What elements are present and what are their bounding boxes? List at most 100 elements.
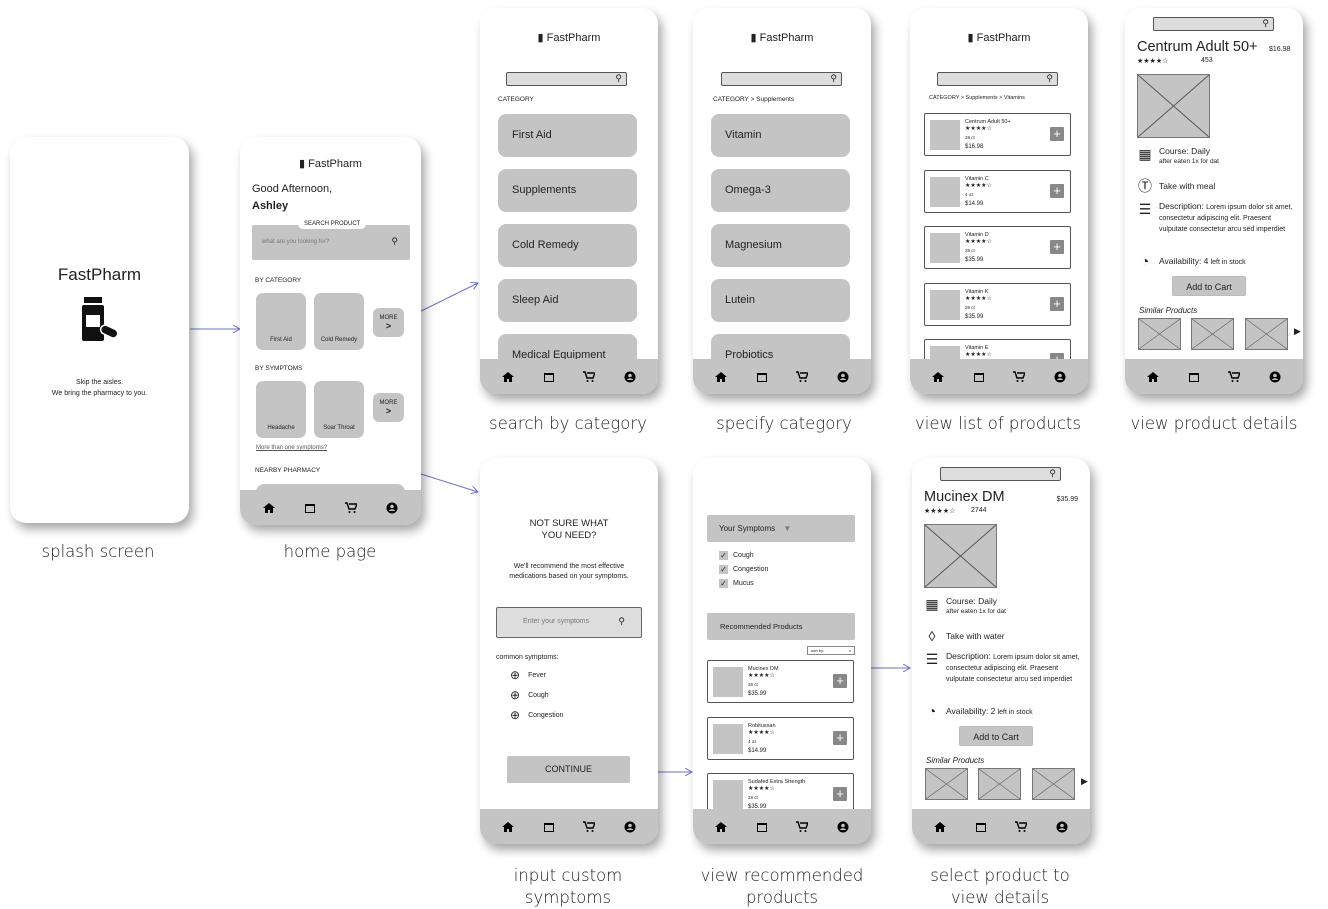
add-circle-icon[interactable]: ⊕ <box>510 708 520 722</box>
similar-product-thumbnail[interactable] <box>1245 318 1288 350</box>
similar-product-thumbnail[interactable] <box>978 768 1021 800</box>
continue-button[interactable]: CONTINUE <box>507 756 630 783</box>
category-button[interactable]: Lutein <box>711 279 850 322</box>
add-icon[interactable]: + <box>1050 240 1064 254</box>
search-icon[interactable]: ⚲ <box>618 616 625 627</box>
carousel-next-icon[interactable]: ▶ <box>1294 326 1301 337</box>
product-card[interactable]: Robitussan ★★★★☆ 4 oz $14.99 + <box>707 716 854 760</box>
symptom-option[interactable]: ⊕ Congestion <box>510 708 563 722</box>
home-icon[interactable] <box>715 371 728 383</box>
cart-icon[interactable] <box>583 820 596 833</box>
similar-product-thumbnail[interactable] <box>1191 318 1234 350</box>
cart-icon[interactable] <box>1228 370 1241 383</box>
add-icon[interactable]: + <box>833 787 847 801</box>
search-input[interactable]: ⚲ <box>1153 17 1274 31</box>
product-card[interactable]: Vitamin K ★★★★☆ 28 ct $35.99 + <box>924 282 1071 326</box>
add-icon[interactable]: + <box>833 730 847 745</box>
symptom-tile[interactable]: Headache <box>256 381 306 438</box>
search-input[interactable]: SEARCH PRODUCT what are you looking for?… <box>252 219 410 260</box>
account-icon[interactable] <box>837 371 849 383</box>
more-categories-button[interactable]: MORE > <box>373 308 404 337</box>
cart-icon[interactable] <box>1013 370 1026 383</box>
category-button[interactable]: Cold Remedy <box>498 224 637 267</box>
sort-dropdown[interactable]: sort by: v <box>807 646 855 655</box>
add-to-cart-button[interactable]: Add to Cart <box>959 726 1033 746</box>
course-detail: after eaten 1x for dat <box>946 608 1006 615</box>
product-card[interactable]: Vitamin C ★★★★☆ 4 oz $14.99 + <box>924 169 1071 213</box>
category-button[interactable]: Magnesium <box>711 224 850 267</box>
account-icon[interactable] <box>837 821 849 833</box>
cart-icon[interactable] <box>1015 820 1028 833</box>
search-icon[interactable]: ⚲ <box>615 73 622 84</box>
account-icon[interactable] <box>624 821 636 833</box>
category-tile[interactable]: First Aid <box>256 293 306 350</box>
similar-product-thumbnail[interactable] <box>1138 318 1181 350</box>
check-icon[interactable]: ✓ <box>719 565 728 574</box>
add-to-cart-button[interactable]: Add to Cart <box>1172 276 1246 296</box>
search-icon[interactable]: ⚲ <box>391 236 398 247</box>
multiple-symptoms-link[interactable]: More than one symptoms? <box>256 445 327 451</box>
check-icon[interactable]: ✓ <box>719 551 728 560</box>
calendar-icon[interactable] <box>756 371 768 383</box>
calendar-icon[interactable] <box>973 371 985 383</box>
symptom-checkbox[interactable]: ✓ Mucus <box>719 579 754 588</box>
add-circle-icon[interactable]: ⊕ <box>510 688 520 702</box>
add-icon[interactable]: + <box>1050 127 1064 141</box>
home-icon[interactable] <box>932 371 945 383</box>
account-icon[interactable] <box>386 502 398 514</box>
cart-icon[interactable] <box>796 820 809 833</box>
account-icon[interactable] <box>1056 821 1068 833</box>
your-symptoms-dropdown[interactable]: Your Symptoms ▼ <box>707 515 855 542</box>
home-icon[interactable] <box>934 821 947 833</box>
search-input[interactable]: ⚲ <box>940 467 1061 481</box>
account-icon[interactable] <box>624 371 636 383</box>
category-button[interactable]: Vitamin <box>711 114 850 157</box>
home-icon[interactable] <box>262 502 275 514</box>
category-button[interactable]: Omega-3 <box>711 169 850 212</box>
symptom-checkbox[interactable]: ✓ Cough <box>719 551 754 560</box>
calendar-icon[interactable] <box>543 821 555 833</box>
category-tile[interactable]: Cold Remedy <box>314 293 364 350</box>
account-icon[interactable] <box>1269 371 1281 383</box>
home-icon[interactable] <box>502 821 515 833</box>
add-icon[interactable]: + <box>833 674 847 688</box>
search-input[interactable]: ⚲ <box>506 72 627 86</box>
add-circle-icon[interactable]: ⊕ <box>510 668 520 682</box>
search-input[interactable]: ⚲ <box>721 72 842 86</box>
calendar-icon[interactable] <box>756 821 768 833</box>
account-icon[interactable] <box>1054 371 1066 383</box>
category-button[interactable]: First Aid <box>498 114 637 157</box>
home-icon[interactable] <box>1147 371 1160 383</box>
symptom-tile[interactable]: Soar Throat <box>314 381 364 438</box>
search-icon[interactable]: ⚲ <box>1262 18 1269 29</box>
search-icon[interactable]: ⚲ <box>1046 73 1053 84</box>
home-icon[interactable] <box>715 821 728 833</box>
category-button[interactable]: Supplements <box>498 169 637 212</box>
home-icon[interactable] <box>502 371 515 383</box>
calendar-icon[interactable] <box>975 821 987 833</box>
search-input[interactable]: ⚲ <box>937 72 1058 86</box>
symptom-option[interactable]: ⊕ Fever <box>510 668 546 682</box>
carousel-next-icon[interactable]: ▶ <box>1081 776 1088 787</box>
add-icon[interactable]: + <box>1050 183 1064 198</box>
add-icon[interactable]: + <box>1050 296 1064 311</box>
calendar-icon[interactable] <box>543 371 555 383</box>
search-icon[interactable]: ⚲ <box>1049 468 1056 479</box>
symptom-checkbox[interactable]: ✓ Congestion <box>719 565 768 574</box>
symptom-option[interactable]: ⊕ Cough <box>510 688 549 702</box>
more-symptoms-button[interactable]: MORE > <box>373 393 404 422</box>
product-card[interactable]: Mucinex DM ★★★★☆ 28 ct $35.99 + <box>707 660 854 703</box>
category-button[interactable]: Sleep Aid <box>498 279 637 322</box>
product-card[interactable]: Centrum Adult 50+ ★★★★☆ 28 ct $16.98 + <box>924 113 1071 156</box>
check-icon[interactable]: ✓ <box>719 579 728 588</box>
product-card[interactable]: Vitamin D ★★★★☆ 28 ct $35.99 + <box>924 226 1071 269</box>
calendar-icon[interactable] <box>304 502 316 514</box>
cart-icon[interactable] <box>796 370 809 383</box>
symptom-search-input[interactable]: Enter your symptoms ⚲ <box>496 607 642 638</box>
similar-product-thumbnail[interactable] <box>1032 768 1075 800</box>
similar-product-thumbnail[interactable] <box>925 768 968 800</box>
cart-icon[interactable] <box>583 370 596 383</box>
cart-icon[interactable] <box>345 501 358 514</box>
calendar-icon[interactable] <box>1188 371 1200 383</box>
search-icon[interactable]: ⚲ <box>830 73 837 84</box>
